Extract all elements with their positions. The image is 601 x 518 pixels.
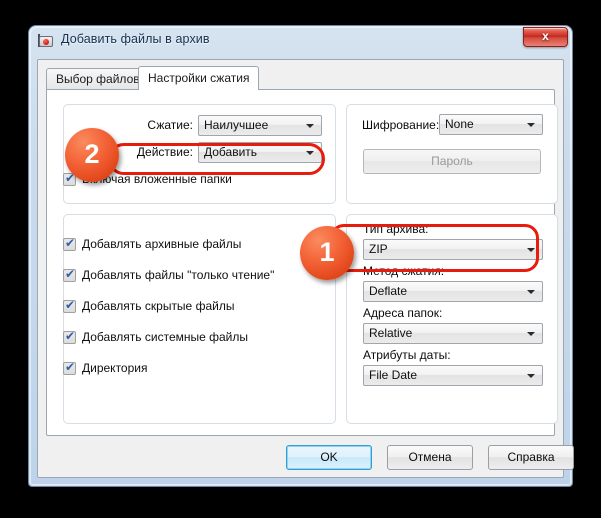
chevron-down-icon xyxy=(527,248,535,252)
password-button[interactable]: Пароль xyxy=(363,149,541,174)
label-encryption: Шифрование: xyxy=(362,118,440,132)
chevron-down-icon xyxy=(527,290,535,294)
combo-compression-value: Наилучшее xyxy=(204,118,269,132)
chevron-down-icon xyxy=(306,151,314,155)
combo-date-attributes-value: File Date xyxy=(369,368,418,382)
ok-button[interactable]: OK xyxy=(286,445,372,470)
checkbox-label: Добавлять системные файлы xyxy=(82,330,249,344)
tab-file-selection[interactable]: Выбор файлов xyxy=(46,68,150,89)
dialog-footer: OK Отмена Справка xyxy=(38,437,574,477)
checkbox-label: Добавлять скрытые файлы xyxy=(82,299,235,313)
combo-compression[interactable]: Наилучшее xyxy=(198,115,322,136)
close-icon: x xyxy=(542,29,549,43)
checkbox-label: Добавлять файлы "только чтение" xyxy=(82,268,275,282)
chevron-down-icon xyxy=(527,374,535,378)
combo-compression-method-value: Deflate xyxy=(369,284,408,298)
annotation-badge-2-number: 2 xyxy=(84,138,100,169)
checkbox-box: ✔ xyxy=(63,298,76,313)
tab-compression-settings[interactable]: Настройки сжатия xyxy=(138,66,260,90)
chevron-down-icon xyxy=(527,332,535,336)
chevron-down-icon xyxy=(527,123,535,127)
combo-encryption-value: None xyxy=(445,117,474,131)
client-area: Выбор файлов Настройки сжатия Сжатие: На… xyxy=(37,59,574,478)
archiver-app-icon xyxy=(38,33,54,49)
label-date-attributes: Атрибуты даты: xyxy=(363,348,451,362)
combo-action[interactable]: Добавить xyxy=(198,142,322,163)
title-bar[interactable]: Добавить файлы в архив x xyxy=(29,26,572,56)
combo-folder-paths-value: Relative xyxy=(369,326,413,340)
checkbox-label: Добавлять архивные файлы xyxy=(82,237,242,251)
close-button[interactable]: x xyxy=(523,27,568,47)
combo-folder-paths[interactable]: Relative xyxy=(363,323,543,344)
combo-archive-type[interactable]: ZIP xyxy=(363,239,543,260)
annotation-badge-1-number: 1 xyxy=(319,236,335,267)
combo-encryption[interactable]: None xyxy=(439,114,543,135)
window-title: Добавить файлы в архив xyxy=(61,32,210,46)
checkbox-label: Директория xyxy=(82,361,148,375)
checkbox-box: ✔ xyxy=(63,329,76,344)
annotation-badge-2: 2 xyxy=(65,128,119,182)
label-archive-type: Тип архива: xyxy=(363,222,429,236)
chevron-down-icon xyxy=(306,124,314,128)
checkbox-box: ✔ xyxy=(63,360,76,375)
checkbox-box: ✔ xyxy=(63,267,76,282)
combo-action-value: Добавить xyxy=(204,145,258,159)
checkbox-box: ✔ xyxy=(63,236,76,251)
combo-compression-method[interactable]: Deflate xyxy=(363,281,543,302)
label-folder-paths: Адреса папок: xyxy=(363,306,443,320)
label-compression-method: Метод сжатия: xyxy=(363,264,445,278)
cancel-button[interactable]: Отмена xyxy=(387,445,473,470)
combo-archive-type-value: ZIP xyxy=(369,242,388,256)
annotation-badge-1: 1 xyxy=(300,226,354,280)
combo-date-attributes[interactable]: File Date xyxy=(363,365,543,386)
help-button[interactable]: Справка xyxy=(488,445,574,470)
